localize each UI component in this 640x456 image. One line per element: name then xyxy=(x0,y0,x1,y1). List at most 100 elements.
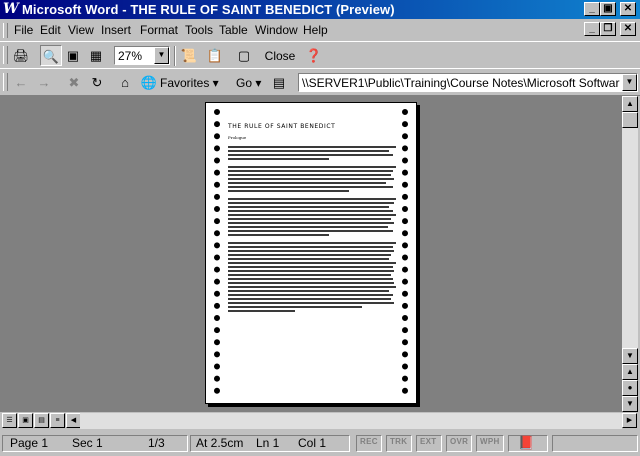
trk-indicator[interactable]: TRK xyxy=(390,437,407,446)
page-content: THE RULE OF SAINT BENEDICT Prologue xyxy=(228,123,396,314)
show-only-web-toolbar-icon[interactable]: ▤ xyxy=(268,72,290,93)
text-line xyxy=(228,242,396,244)
text-line xyxy=(228,170,393,172)
previous-page-icon[interactable]: ▲ xyxy=(622,364,638,380)
outline-view-icon[interactable]: ≡ xyxy=(50,413,65,428)
menu-edit[interactable]: Edit xyxy=(40,23,61,37)
text-line xyxy=(228,158,329,160)
menu-tools[interactable]: Tools xyxy=(185,23,213,37)
text-line xyxy=(228,278,393,280)
one-page-icon[interactable]: ▣ xyxy=(62,45,84,66)
status-line: Ln 1 xyxy=(256,436,280,450)
scroll-thumb[interactable] xyxy=(622,112,638,128)
select-browse-object-icon[interactable]: ● xyxy=(622,380,638,396)
text-line xyxy=(228,150,390,152)
text-line xyxy=(228,218,391,220)
normal-view-icon[interactable]: ☰ xyxy=(2,413,17,428)
text-line xyxy=(228,186,393,188)
zoom-value: 27% xyxy=(118,49,143,63)
word-window: W Microsoft Word - THE RULE OF SAINT BEN… xyxy=(0,0,640,456)
print-icon[interactable]: 🖨 xyxy=(10,45,32,66)
toolbar-grip[interactable] xyxy=(3,73,8,91)
separator xyxy=(174,46,176,66)
wph-indicator[interactable]: WPH xyxy=(480,437,500,446)
title-bar[interactable]: W Microsoft Word - THE RULE OF SAINT BEN… xyxy=(0,0,640,19)
print-preview-toolbar: 🖨 🔍 ▣ ▦ 27% ▼ 📜 📋 ▢ Close ❓ xyxy=(0,41,640,69)
spelling-book-icon[interactable]: 📕 xyxy=(518,435,534,451)
ext-indicator[interactable]: EXT xyxy=(420,437,436,446)
web-layout-view-icon[interactable]: ▣ xyxy=(18,413,33,428)
magnifier-icon[interactable]: 🔍 xyxy=(40,45,62,66)
context-help-icon[interactable]: ❓ xyxy=(303,45,325,66)
chevron-down-icon[interactable]: ▼ xyxy=(154,47,169,64)
vertical-scrollbar[interactable]: ▲ ▼ ▲ ● ▼ xyxy=(622,96,638,412)
search-web-icon[interactable]: 🌐 xyxy=(138,72,160,93)
rec-indicator[interactable]: REC xyxy=(360,437,378,446)
address-field[interactable]: \\SERVER1\Public\Training\Course Notes\M… xyxy=(298,73,638,92)
text-line xyxy=(228,234,329,236)
menu-window[interactable]: Window xyxy=(255,23,298,37)
refresh-icon[interactable]: ↻ xyxy=(86,72,108,93)
go-menu[interactable]: Go ▾ xyxy=(236,72,261,94)
view-ruler-icon[interactable]: 📜 xyxy=(178,45,200,66)
menu-format[interactable]: Format xyxy=(140,23,178,37)
full-screen-icon[interactable]: ▢ xyxy=(233,45,255,66)
text-line xyxy=(228,254,391,256)
text-line xyxy=(228,210,393,212)
menu-table[interactable]: Table xyxy=(219,23,248,37)
doc-close-button[interactable]: ✕ xyxy=(620,22,636,36)
status-at: At 2.5cm xyxy=(196,436,244,450)
doc-restore-button[interactable]: ❐ xyxy=(600,22,616,36)
menubar-grip[interactable] xyxy=(3,23,8,38)
scroll-right-icon[interactable]: ▶ xyxy=(622,413,637,428)
menu-insert[interactable]: Insert xyxy=(101,23,131,37)
text-line xyxy=(228,182,386,184)
text-line xyxy=(228,286,396,288)
scroll-down-icon[interactable]: ▼ xyxy=(622,348,638,364)
text-line xyxy=(228,214,396,216)
text-line xyxy=(228,178,395,180)
toolbar-grip[interactable] xyxy=(3,46,8,64)
maximize-button[interactable]: ▣ xyxy=(600,2,616,16)
text-line xyxy=(228,294,393,296)
print-layout-view-icon[interactable]: ▤ xyxy=(34,413,49,428)
window-title: Microsoft Word - THE RULE OF SAINT BENED… xyxy=(22,2,395,17)
next-page-icon[interactable]: ▼ xyxy=(622,396,638,412)
text-line xyxy=(228,274,391,276)
shrink-to-fit-icon[interactable]: 📋 xyxy=(204,45,226,66)
stop-icon[interactable]: ✖ xyxy=(63,72,85,93)
zoom-combobox[interactable]: 27% ▼ xyxy=(114,46,170,65)
text-line xyxy=(228,262,396,264)
body-text xyxy=(228,146,396,312)
chevron-down-icon[interactable]: ▼ xyxy=(622,74,637,91)
document-subtitle: Prologue xyxy=(228,135,247,140)
text-line xyxy=(228,166,396,168)
text-line xyxy=(228,298,391,300)
text-line xyxy=(228,282,395,284)
ovr-indicator[interactable]: OVR xyxy=(450,437,468,446)
doc-minimize-button[interactable]: _ xyxy=(584,22,600,36)
text-line xyxy=(228,246,393,248)
minimize-button[interactable]: _ xyxy=(584,2,600,16)
menu-help[interactable]: Help xyxy=(303,23,328,37)
text-line xyxy=(228,198,396,200)
preview-page[interactable]: THE RULE OF SAINT BENEDICT Prologue xyxy=(205,102,417,404)
back-arrow-icon[interactable]: ← xyxy=(10,72,32,93)
status-page: Page 1 xyxy=(10,436,49,450)
text-line xyxy=(228,190,349,192)
horizontal-bar: ☰ ▣ ▤ ≡ ◀ ▶ xyxy=(0,412,640,429)
home-icon[interactable]: ⌂ xyxy=(114,72,136,93)
menu-view[interactable]: View xyxy=(68,23,94,37)
word-app-icon[interactable]: W xyxy=(3,2,19,17)
menu-file[interactable]: File xyxy=(14,23,33,37)
scroll-up-icon[interactable]: ▲ xyxy=(622,96,638,112)
text-line xyxy=(228,222,395,224)
multiple-pages-icon[interactable]: ▦ xyxy=(85,45,107,66)
horizontal-scrollbar[interactable] xyxy=(80,413,622,429)
scroll-left-icon[interactable]: ◀ xyxy=(66,413,81,428)
document-workspace[interactable]: THE RULE OF SAINT BENEDICT Prologue xyxy=(0,96,622,412)
forward-arrow-icon[interactable]: → xyxy=(33,72,55,93)
close-window-button[interactable]: ✕ xyxy=(620,2,636,16)
favorites-menu[interactable]: Favorites ▾ xyxy=(160,72,219,94)
close-preview-button[interactable]: Close xyxy=(262,45,298,67)
